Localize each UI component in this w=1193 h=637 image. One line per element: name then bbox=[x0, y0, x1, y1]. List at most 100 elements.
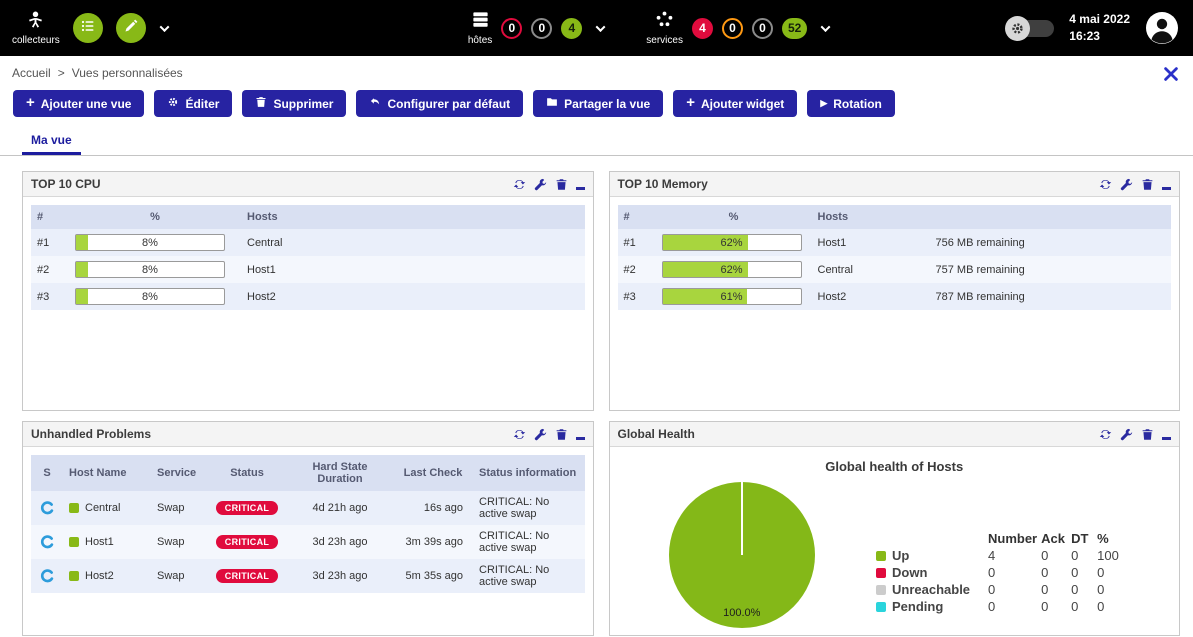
pie-legend: Number Ack DT % Up 4 0 0 100 bbox=[874, 474, 1179, 628]
hosts-health-pie: 100.0% bbox=[669, 482, 815, 628]
host-link[interactable]: Host1 bbox=[818, 237, 847, 249]
services-critical-counter[interactable]: 4 bbox=[692, 18, 713, 39]
wrench-icon[interactable] bbox=[1120, 428, 1133, 441]
duration-cell: 3d 23h ago bbox=[287, 559, 393, 593]
service-link[interactable]: Swap bbox=[157, 502, 185, 514]
host-link[interactable]: Host1 bbox=[85, 536, 114, 548]
trash-icon[interactable] bbox=[555, 428, 568, 441]
hosts-label: hôtes bbox=[468, 35, 492, 46]
col-last-check: Last Check bbox=[393, 455, 473, 491]
dashboard: TOP 10 CPU # % Hosts #1 8% bbox=[0, 156, 1193, 636]
widget-actions bbox=[513, 178, 585, 191]
widget-top10-cpu: TOP 10 CPU # % Hosts #1 8% bbox=[22, 171, 594, 411]
minimize-icon[interactable] bbox=[1162, 187, 1171, 190]
col-info: Status information bbox=[473, 455, 585, 491]
memory-progress-bar: 61% bbox=[662, 288, 802, 305]
host-status-square bbox=[69, 537, 79, 547]
host-link[interactable]: Central bbox=[247, 237, 282, 249]
col-hosts: Hosts bbox=[812, 205, 930, 229]
pollers-chevron-down-icon[interactable] bbox=[159, 22, 169, 32]
edit-view-button[interactable]: Éditer bbox=[154, 90, 232, 117]
tools-icon[interactable] bbox=[1161, 64, 1181, 84]
widget-title: Unhandled Problems bbox=[31, 427, 151, 441]
chart-title: Global health of Hosts bbox=[610, 459, 1180, 474]
refresh-icon[interactable] bbox=[513, 428, 526, 441]
trash-icon[interactable] bbox=[555, 178, 568, 191]
legend-row: Unreachable 0 0 0 0 bbox=[874, 581, 1131, 598]
view-tabs: Ma vue bbox=[0, 127, 1193, 156]
host-link[interactable]: Central bbox=[818, 264, 853, 276]
trash-icon[interactable] bbox=[1141, 178, 1154, 191]
col-rank: # bbox=[31, 205, 69, 229]
breadcrumb-home[interactable]: Accueil bbox=[12, 66, 51, 80]
view-toolbar: + Ajouter une vue Éditer Supprimer Confi… bbox=[0, 82, 1193, 127]
service-link[interactable]: Swap bbox=[157, 570, 185, 582]
legend-col-ack: Ack bbox=[1039, 530, 1069, 547]
col-host-name: Host Name bbox=[63, 455, 151, 491]
centreon-icon[interactable] bbox=[31, 525, 63, 559]
refresh-icon[interactable] bbox=[1099, 428, 1112, 441]
last-check-cell: 16s ago bbox=[393, 491, 473, 525]
minimize-icon[interactable] bbox=[1162, 437, 1171, 440]
status-badge: CRITICAL bbox=[216, 535, 278, 549]
widget-title: Global Health bbox=[618, 427, 695, 441]
host-status-square bbox=[69, 571, 79, 581]
hosts-down-counter[interactable]: 0 bbox=[501, 18, 522, 39]
breadcrumb-separator: > bbox=[58, 66, 65, 80]
delete-view-button[interactable]: Supprimer bbox=[242, 90, 346, 117]
services-ok-counter[interactable]: 52 bbox=[782, 18, 807, 39]
legend-col-pct: % bbox=[1095, 530, 1131, 547]
wrench-icon[interactable] bbox=[1120, 178, 1133, 191]
refresh-icon[interactable] bbox=[1099, 178, 1112, 191]
trash-icon[interactable] bbox=[1141, 428, 1154, 441]
legend-down-swatch bbox=[876, 568, 886, 578]
services-warning-counter[interactable]: 0 bbox=[722, 18, 743, 39]
hosts-up-counter[interactable]: 4 bbox=[561, 18, 582, 39]
widget-unhandled-problems: Unhandled Problems S Host Name Service S… bbox=[22, 421, 594, 636]
widget-header: TOP 10 Memory bbox=[610, 172, 1180, 197]
service-link[interactable]: Swap bbox=[157, 536, 185, 548]
poller-list-button[interactable] bbox=[73, 13, 103, 43]
tab-ma-vue[interactable]: Ma vue bbox=[22, 127, 81, 155]
host-link[interactable]: Host2 bbox=[247, 291, 276, 303]
host-link[interactable]: Host2 bbox=[818, 291, 847, 303]
add-widget-button[interactable]: + Ajouter widget bbox=[673, 90, 797, 117]
host-link[interactable]: Central bbox=[85, 502, 120, 514]
settings-toggle[interactable] bbox=[1008, 20, 1054, 37]
hosts-chevron-down-icon[interactable] bbox=[596, 22, 606, 32]
services-unknown-counter[interactable]: 0 bbox=[752, 18, 773, 39]
col-service: Service bbox=[151, 455, 207, 491]
table-row: Central Swap CRITICAL 4d 21h ago 16s ago… bbox=[31, 491, 585, 525]
wrench-icon[interactable] bbox=[534, 178, 547, 191]
user-avatar[interactable] bbox=[1145, 11, 1179, 45]
export-config-button[interactable] bbox=[116, 13, 146, 43]
host-link[interactable]: Host1 bbox=[247, 264, 276, 276]
top-bar: collecteurs hôtes 0 0 4 services 4 bbox=[0, 0, 1193, 56]
col-percent: % bbox=[69, 205, 241, 229]
host-link[interactable]: Host2 bbox=[85, 570, 114, 582]
hosts-menu[interactable]: hôtes bbox=[468, 10, 492, 46]
sidebar-item-collectors[interactable]: collecteurs bbox=[12, 10, 60, 46]
set-default-button[interactable]: Configurer par défaut bbox=[356, 90, 523, 117]
table-row: #3 8% Host2 bbox=[31, 283, 585, 310]
minimize-icon[interactable] bbox=[576, 437, 585, 440]
widget-header: TOP 10 CPU bbox=[23, 172, 593, 197]
share-view-button[interactable]: Partager la vue bbox=[533, 90, 663, 117]
wrench-icon[interactable] bbox=[534, 428, 547, 441]
refresh-icon[interactable] bbox=[513, 178, 526, 191]
add-view-button[interactable]: + Ajouter une vue bbox=[13, 90, 144, 117]
list-icon bbox=[80, 18, 96, 39]
hosts-unreachable-counter[interactable]: 0 bbox=[531, 18, 552, 39]
services-chevron-down-icon[interactable] bbox=[821, 22, 831, 32]
table-row: #2 8% Host1 bbox=[31, 256, 585, 283]
centreon-icon[interactable] bbox=[31, 491, 63, 525]
collectors-icon bbox=[26, 10, 45, 32]
services-menu[interactable]: services bbox=[646, 10, 683, 46]
rotation-button[interactable]: ▶ Rotation bbox=[807, 90, 895, 117]
hosts-status-block: hôtes 0 0 4 bbox=[468, 10, 604, 46]
centreon-icon[interactable] bbox=[31, 559, 63, 593]
widget-actions bbox=[1099, 178, 1171, 191]
widget-body: # % Hosts #1 62% Host1 756 MB remaining … bbox=[610, 197, 1180, 318]
minimize-icon[interactable] bbox=[576, 187, 585, 190]
table-row: Host2 Swap CRITICAL 3d 23h ago 5m 35s ag… bbox=[31, 559, 585, 593]
